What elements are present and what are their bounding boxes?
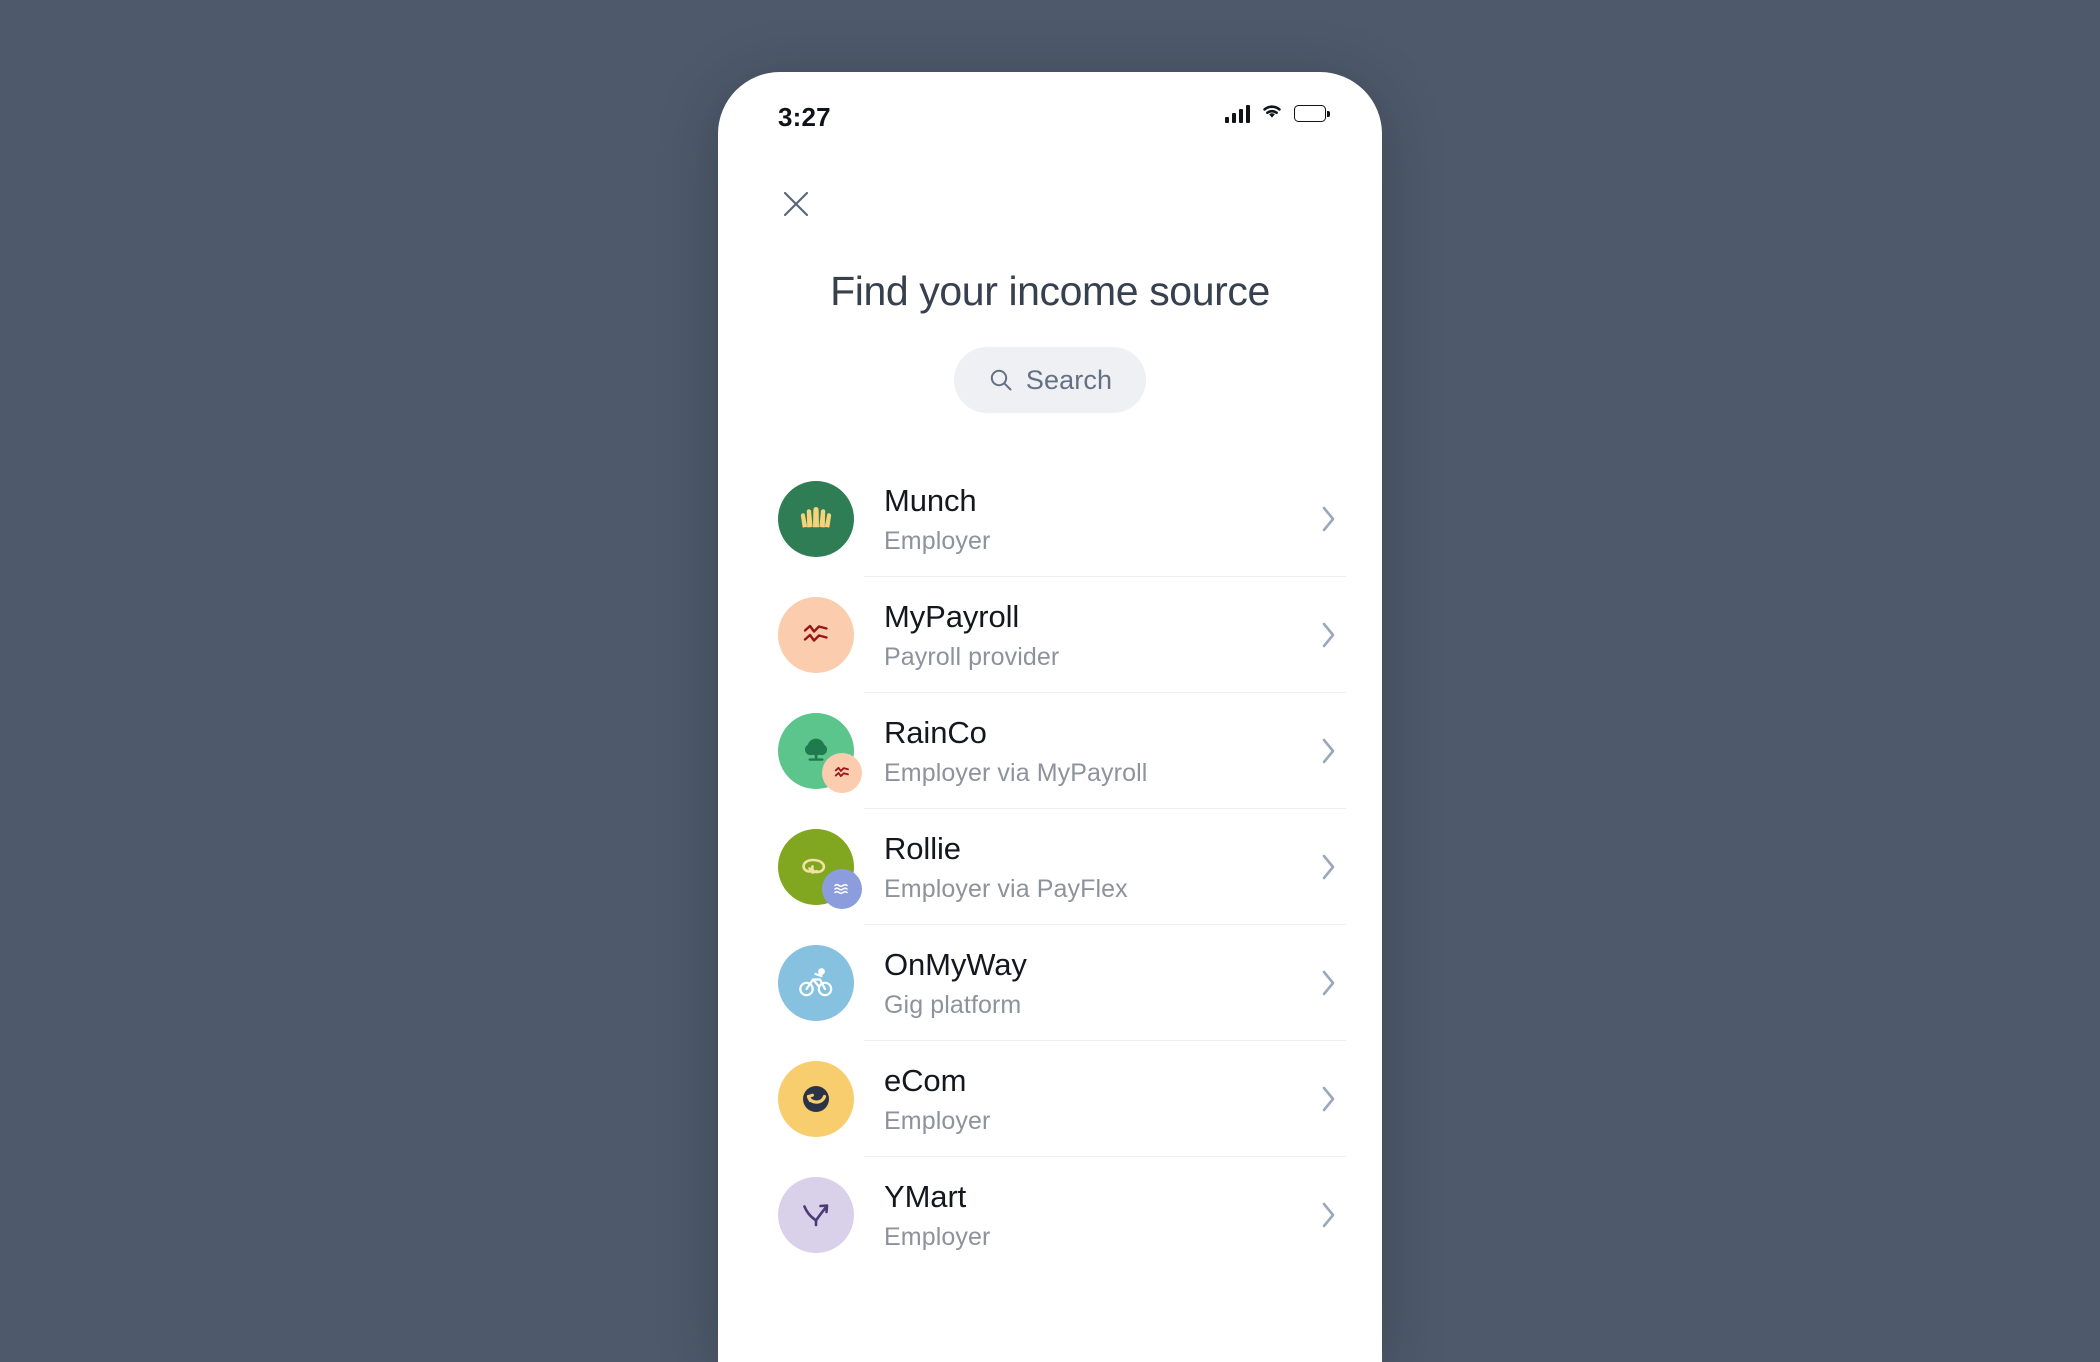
avatar [778,597,854,673]
list-item-title: YMart [884,1178,967,1214]
list-item-subtitle: Gig platform [884,991,1022,1020]
list-item-subtitle: Payroll provider [884,643,1060,672]
list-item-text: Rollie Employer via PayFlex [884,830,1312,904]
avatar [778,713,862,793]
list-item-rollie[interactable]: Rollie Employer via PayFlex [778,809,1382,925]
chevron-right-icon[interactable] [1312,850,1346,884]
badge-mypayroll-zigzag-icon [822,753,862,793]
search-input[interactable]: Search [953,347,1147,413]
list-item-ymart[interactable]: YMart Employer [778,1157,1382,1273]
cellular-signal-icon [1224,104,1250,123]
munch-fan-icon [778,481,854,557]
ecom-smile-arrow-icon [778,1061,854,1137]
list-item-text: eCom Employer [884,1062,1312,1136]
list-item-subtitle: Employer via PayFlex [884,875,1128,904]
status-bar: 3:27 [718,72,1382,150]
list-item-subtitle: Employer via MyPayroll [884,759,1148,788]
list-item-title: Rollie [884,830,961,866]
ymart-y-arrow-icon [778,1177,854,1253]
list-item-title: RainCo [884,714,987,750]
chevron-right-icon[interactable] [1312,966,1346,1000]
list-item-text: OnMyWay Gig platform [884,946,1312,1020]
list-item-onmyway[interactable]: OnMyWay Gig platform [778,925,1382,1041]
phone-screen: 3:27 Find your income source Search Munc… [718,72,1382,1362]
avatar [778,829,862,909]
badge-payflex-waves-icon [822,869,862,909]
avatar [778,945,854,1021]
list-item-text: YMart Employer [884,1178,1312,1252]
avatar [778,481,854,557]
list-item-title: eCom [884,1062,967,1098]
battery-full-icon [1294,105,1330,122]
onmyway-cyclist-icon [778,945,854,1021]
chevron-right-icon[interactable] [1312,734,1346,768]
search-placeholder: Search [1025,364,1113,395]
list-item-title: MyPayroll [884,598,1020,634]
avatar [778,1177,854,1253]
mypayroll-zigzag-icon [778,597,854,673]
chevron-right-icon[interactable] [1312,1198,1346,1232]
close-button[interactable] [774,182,818,226]
chevron-right-icon[interactable] [1312,618,1346,652]
list-item-munch[interactable]: Munch Employer [778,461,1382,577]
search-icon [990,369,1012,391]
list-item-rainco[interactable]: RainCo Employer via MyPayroll [778,693,1382,809]
chevron-right-icon[interactable] [1312,1082,1346,1116]
list-item-title: Munch [884,482,977,518]
chevron-right-icon[interactable] [1312,502,1346,536]
page-title: Find your income source [830,268,1270,314]
status-bar-time: 3:27 [778,102,831,132]
wifi-icon [1260,102,1284,125]
list-item-ecom[interactable]: eCom Employer [778,1041,1382,1157]
list-item-subtitle: Employer [884,1223,991,1252]
list-item-text: Munch Employer [884,482,1312,556]
status-bar-icons [1224,102,1330,125]
close-icon [783,191,809,217]
list-item-text: MyPayroll Payroll provider [884,598,1312,672]
list-item-title: OnMyWay [884,946,1027,982]
list-item-subtitle: Employer [884,527,991,556]
list-item-text: RainCo Employer via MyPayroll [884,714,1312,788]
search-bar-container: Search [718,347,1382,413]
list-item-mypayroll[interactable]: MyPayroll Payroll provider [778,577,1382,693]
income-source-list: Munch Employer MyPayroll Payroll provide… [718,461,1382,1273]
avatar [778,1061,854,1137]
list-item-subtitle: Employer [884,1107,991,1136]
